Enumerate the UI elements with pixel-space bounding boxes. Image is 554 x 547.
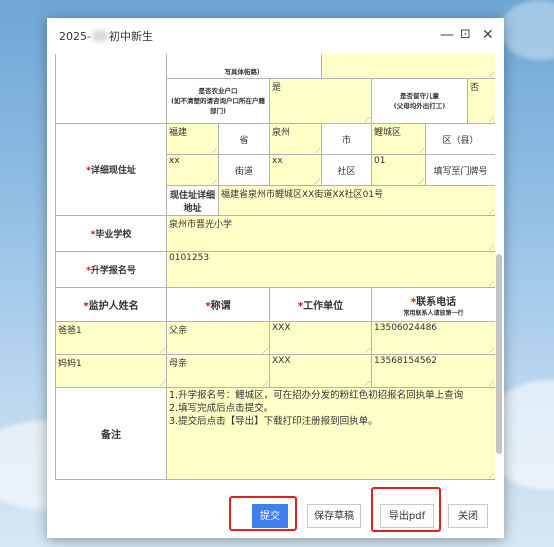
relation-header: *称谓	[166, 287, 270, 322]
guardian-row: 妈妈1 母亲 XXX 13568154562	[55, 354, 495, 388]
guardian-name-input[interactable]: 爸爸1	[55, 321, 167, 355]
guardian-name-input[interactable]: 妈妈1	[55, 354, 167, 388]
doorplate-input[interactable]: 01	[371, 154, 427, 186]
agri-hukou-label: 是否农业户口 (如不清楚的请咨询户口所在户籍部门)	[166, 78, 270, 124]
full-address-input[interactable]: 福建省泉州市鲤城区XX街道XX社区01号	[217, 185, 495, 216]
reg-no-label: *升学报名号	[55, 251, 167, 288]
student-registration-dialog: 2025- 初中新生 — ⊡ ✕ 写具体街路） 是否农业户口 (如不清楚的请咨询户口…	[47, 18, 504, 538]
school-label: *毕业学校	[55, 215, 167, 252]
street-unit: 街道	[218, 154, 270, 186]
guardian-name-header: *监护人姓名	[55, 287, 167, 322]
full-address-label: 现住址详细地址	[166, 185, 219, 216]
doorplate-unit: 填写至门牌号	[425, 154, 495, 186]
remarks-text: 1.升学报名号：鲤城区，可在招办分发的粉红色初招报名回执单上查询 2.填写完成后…	[165, 387, 495, 480]
school-input[interactable]: 泉州市晋光小学	[165, 215, 495, 252]
province-input[interactable]: 福建	[166, 123, 219, 155]
dialog-title: 2025- 初中新生	[59, 30, 153, 43]
province-unit: 省	[218, 123, 270, 155]
family-info-label-cell	[55, 54, 167, 124]
phone-input[interactable]: 13506024486	[371, 321, 495, 355]
redacted-text	[91, 30, 108, 42]
district-input[interactable]: 鲤城区	[371, 123, 427, 155]
scrollbar-thumb[interactable]	[496, 254, 502, 454]
reg-no-input[interactable]: 0101253	[165, 251, 495, 288]
street-note: 写具体街路）	[165, 54, 323, 79]
relation-input[interactable]: 母亲	[166, 354, 270, 388]
form-scroll-area[interactable]: 写具体街路） 是否农业户口 (如不清楚的请咨询户口所在户籍部门) 是 是否留守儿童…	[55, 54, 495, 482]
close-icon[interactable]: ✕	[482, 26, 494, 44]
street-input-2[interactable]: xx	[166, 154, 219, 186]
work-input[interactable]: XXX	[268, 321, 373, 355]
street-input[interactable]	[321, 54, 495, 79]
left-behind-label: 是否留守儿童 (父母均外出打工)	[371, 78, 469, 124]
work-header: *工作单位	[268, 287, 373, 322]
work-input[interactable]: XXX	[268, 354, 373, 388]
community-unit: 社区	[321, 154, 373, 186]
minimize-button[interactable]: —	[440, 26, 454, 44]
registration-form-table: 写具体街路） 是否农业户口 (如不清楚的请咨询户口所在户籍部门) 是 是否留守儿童…	[55, 54, 495, 480]
relation-input[interactable]: 父亲	[166, 321, 270, 355]
address-label: *详细现住址	[55, 123, 167, 216]
export-pdf-button[interactable]: 导出pdf	[380, 504, 434, 528]
submit-button[interactable]: 提交	[252, 504, 288, 528]
close-button[interactable]: 关闭	[448, 504, 488, 528]
scrollbar[interactable]	[496, 54, 502, 494]
remarks-label: 备注	[55, 387, 167, 480]
guardian-row: 爸爸1 父亲 XXX 13506024486	[55, 321, 495, 355]
phone-input[interactable]: 13568154562	[371, 354, 495, 388]
city-unit: 市	[321, 123, 373, 155]
phone-header: *联系电话 常用联系人请放第一行	[371, 287, 495, 322]
community-input[interactable]: xx	[268, 154, 323, 186]
dialog-footer: 提交 保存草稿 导出pdf 关闭	[47, 487, 504, 536]
maximize-button[interactable]: ⊡	[460, 26, 471, 44]
district-unit: 区（县）	[425, 123, 495, 155]
dialog-titlebar: 2025- 初中新生 — ⊡ ✕	[47, 18, 504, 54]
left-behind-select[interactable]: 否	[467, 78, 495, 124]
agri-hukou-select[interactable]: 是	[268, 78, 373, 124]
save-draft-button[interactable]: 保存草稿	[307, 504, 361, 528]
city-input[interactable]: 泉州	[268, 123, 323, 155]
